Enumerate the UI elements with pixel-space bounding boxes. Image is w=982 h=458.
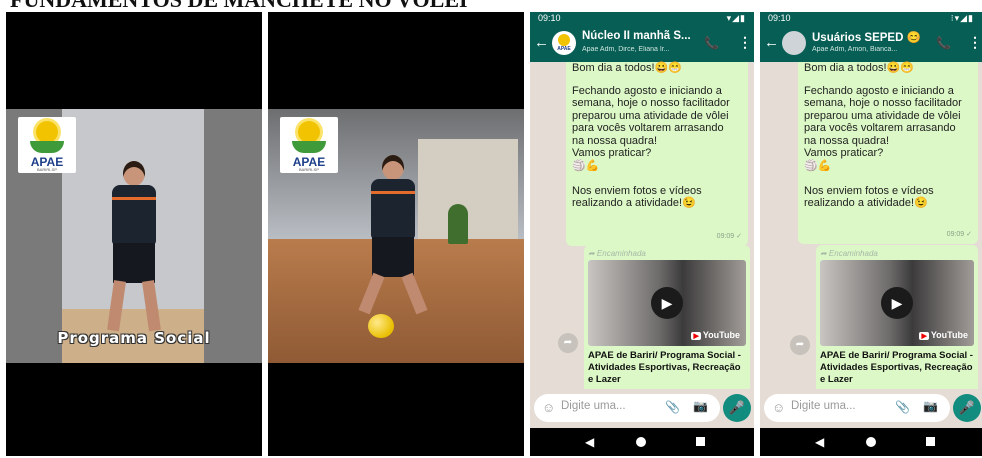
message-text-partial: Bom dia a todos!😀😁	[572, 62, 682, 74]
more-options-icon[interactable]: ⋮	[738, 34, 752, 51]
plant-icon	[448, 204, 468, 244]
mic-button[interactable]: 🎤	[723, 394, 751, 422]
message-bubble[interactable]: Bom dia a todos!😀😁 Fechando agosto e ini…	[798, 62, 978, 244]
youtube-logo: ▶ YouTube	[691, 330, 740, 340]
chat-members: Apae Adm, Dirce, Eliana Ir...	[582, 46, 670, 53]
chat-name[interactable]: Núcleo II manhã S...	[582, 30, 702, 42]
camera-icon[interactable]: 📷	[923, 399, 938, 413]
signal-battery-icon: ▾◢▮	[726, 13, 746, 23]
sunflower-icon	[36, 121, 58, 143]
whatsapp-screen-1: 09:10 ▾◢▮ ← APAE Núcleo II manhã S... Ap…	[530, 12, 754, 456]
athlete-figure	[358, 155, 428, 320]
emoji-icon[interactable]: ☺	[772, 400, 785, 415]
status-bar: 09:10 ⁝▾◢▮	[760, 12, 982, 25]
apae-logo: APAE BARIRI-SP	[18, 117, 76, 173]
status-bar: 09:10 ▾◢▮	[530, 12, 754, 25]
back-arrow-icon[interactable]: ←	[534, 34, 549, 51]
message-text-partial: Bom dia a todos!😀😁	[804, 62, 914, 74]
video-frame: APAE BARIRI-SP Programa Social	[6, 109, 262, 363]
nav-recent-apps-icon[interactable]	[926, 437, 935, 446]
video-frame: APAE BARIRI-SP	[268, 109, 524, 363]
nav-home-icon[interactable]	[636, 437, 646, 447]
message-input[interactable]: Digite uma...	[791, 400, 881, 412]
android-nav-bar: ◀	[530, 428, 754, 456]
play-icon[interactable]: ▶	[651, 287, 683, 319]
attach-clip-icon[interactable]: 📎	[665, 400, 680, 414]
youtube-logo: ▶ YouTube	[919, 330, 968, 340]
message-time: 09:09 ✓	[716, 232, 742, 240]
forward-share-icon[interactable]: ➦	[790, 335, 810, 355]
message-time: 09:09 ✓	[946, 230, 972, 238]
camera-icon[interactable]: 📷	[693, 399, 708, 413]
chat-header: ← Usuários SEPED 😊 Apae Adm, Amon, Bianc…	[760, 25, 982, 62]
android-nav-bar: ◀	[760, 428, 982, 456]
page-title: FUNDAMENTOS DE MANCHETE NO VÔLEI	[10, 0, 710, 12]
athlete-figure	[104, 161, 164, 339]
video-caption: Programa Social	[57, 329, 211, 347]
message-text: Fechando agosto e iniciando a semana, ho…	[804, 84, 962, 210]
forwarded-message[interactable]: ➦ Encaminhada ▶ ▶ YouTube APAE de Bariri/…	[816, 245, 978, 389]
add-call-icon[interactable]: 📞	[936, 36, 951, 50]
back-arrow-icon[interactable]: ←	[764, 34, 779, 51]
play-icon[interactable]: ▶	[881, 287, 913, 319]
chat-name[interactable]: Usuários SEPED 😊	[812, 30, 932, 44]
youtube-icon: ▶	[919, 332, 929, 340]
video-thumbnail[interactable]: ▶ ▶ YouTube	[820, 260, 974, 346]
forwarded-label: ➦ Encaminhada	[588, 249, 646, 258]
message-input-bar: ☺ Digite uma... 📎 📷	[764, 394, 950, 422]
message-bubble[interactable]: Bom dia a todos!😀😁 Fechando agosto e ini…	[566, 62, 748, 246]
message-text: Fechando agosto e iniciando a semana, ho…	[572, 84, 730, 210]
logo-subtitle: BARIRI-SP	[298, 167, 319, 172]
status-time: 09:10	[768, 13, 791, 23]
volleyball-icon	[368, 314, 394, 338]
nav-home-icon[interactable]	[866, 437, 876, 447]
link-title[interactable]: APAE de Bariri/ Programa Social - Ativid…	[820, 350, 974, 386]
add-call-icon[interactable]: 📞	[704, 36, 719, 50]
emoji-icon[interactable]: ☺	[542, 400, 555, 415]
status-time: 09:10	[538, 13, 561, 23]
forwarded-message[interactable]: ➦ Encaminhada ▶ ▶ YouTube APAE de Bariri/…	[584, 245, 750, 389]
sunflower-icon	[558, 34, 570, 46]
signal-battery-icon: ⁝▾◢▮	[950, 13, 974, 23]
nav-back-icon[interactable]: ◀	[815, 435, 824, 449]
more-options-icon[interactable]: ⋮	[968, 34, 982, 51]
forwarded-label: ➦ Encaminhada	[820, 249, 878, 258]
group-avatar[interactable]	[782, 31, 806, 55]
link-title[interactable]: APAE de Bariri/ Programa Social - Ativid…	[588, 350, 746, 386]
video-panel-2: APAE BARIRI-SP	[268, 12, 524, 456]
nav-recent-apps-icon[interactable]	[696, 437, 705, 446]
forward-share-icon[interactable]: ➦	[558, 333, 578, 353]
video-panel-1: APAE BARIRI-SP Programa Social	[6, 12, 262, 456]
youtube-icon: ▶	[691, 332, 701, 340]
video-thumbnail[interactable]: ▶ ▶ YouTube	[588, 260, 746, 346]
attach-clip-icon[interactable]: 📎	[895, 400, 910, 414]
sunflower-icon	[298, 121, 320, 143]
message-input[interactable]: Digite uma...	[561, 400, 651, 412]
logo-subtitle: BARIRI-SP	[36, 167, 57, 172]
mic-button[interactable]: 🎤	[953, 394, 981, 422]
chat-members: Apae Adm, Amon, Bianca...	[812, 46, 898, 53]
nav-back-icon[interactable]: ◀	[585, 435, 594, 449]
apae-logo: APAE BARIRI-SP	[280, 117, 338, 173]
whatsapp-screen-2: 09:10 ⁝▾◢▮ ← Usuários SEPED 😊 Apae Adm, …	[760, 12, 982, 456]
message-input-bar: ☺ Digite uma... 📎 📷	[534, 394, 720, 422]
chat-header: ← APAE Núcleo II manhã S... Apae Adm, Di…	[530, 25, 754, 62]
group-avatar[interactable]: APAE	[552, 31, 576, 55]
